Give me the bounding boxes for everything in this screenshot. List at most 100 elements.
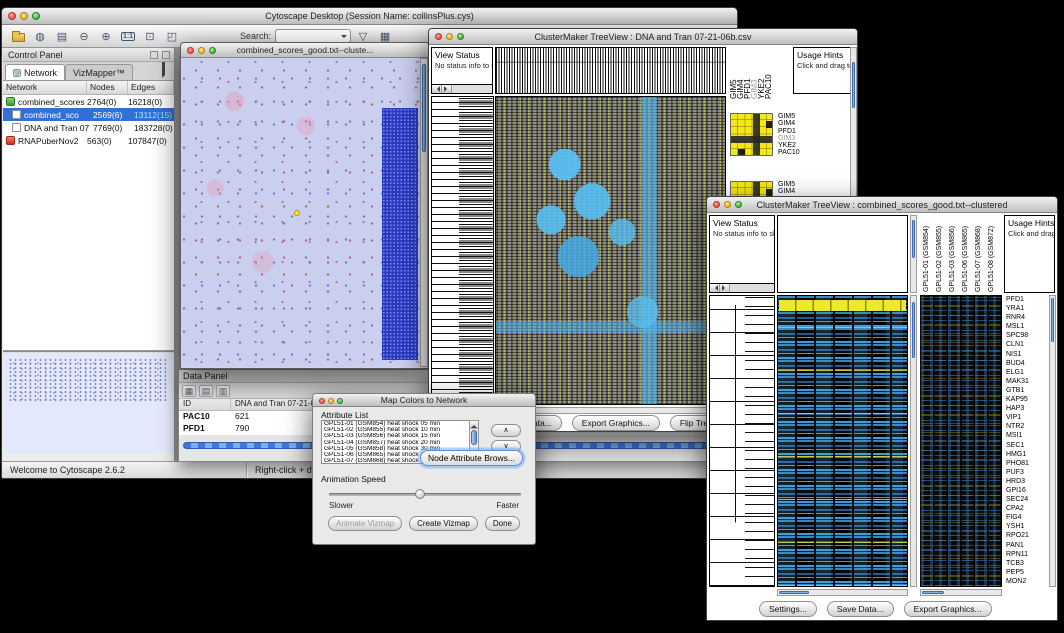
gene-label[interactable]: PEP5 (1004, 568, 1042, 577)
heatmap-horizontal-scrollbar[interactable] (777, 589, 908, 596)
gene-label[interactable]: PFD1 (1004, 295, 1042, 304)
treeview-dna-titlebar[interactable]: ClusterMaker TreeView : DNA and Tran 07-… (429, 29, 857, 45)
column-header-id[interactable]: ID (179, 399, 231, 410)
gene-label[interactable]: HMG1 (1004, 450, 1042, 459)
secondary-horizontal-scrollbar[interactable] (920, 589, 1002, 596)
scroll-right-icon[interactable] (720, 284, 730, 292)
heatmap-vertical-scrollbar[interactable] (910, 295, 917, 587)
gene-label[interactable]: PAC10 (778, 149, 800, 156)
gene-label[interactable]: NTR2 (1004, 422, 1042, 431)
chevron-down-icon[interactable] (341, 35, 347, 41)
gene-label[interactable]: SPC98 (1004, 331, 1042, 340)
column-header-network[interactable]: Network (3, 81, 87, 94)
gene-label[interactable]: RPN11 (1004, 550, 1042, 559)
selected-node[interactable] (294, 210, 300, 216)
zoom-icon[interactable] (32, 12, 40, 20)
heatmap-secondary[interactable] (920, 295, 1002, 587)
gene-label[interactable]: SEC24 (1004, 495, 1042, 504)
column-header-edges[interactable]: Edges (128, 81, 174, 94)
scrollbar-thumb[interactable] (912, 302, 915, 358)
scroll-left-icon[interactable] (710, 284, 720, 292)
gene-label[interactable]: GIM4 (778, 188, 800, 195)
network-canvas[interactable] (182, 58, 420, 367)
gene-label[interactable]: CLN1 (1004, 340, 1042, 349)
column-dendrogram-empty[interactable] (777, 215, 908, 293)
column-dendrogram[interactable] (495, 47, 726, 94)
network-vertical-scrollbar[interactable] (420, 58, 428, 367)
scrollbar-thumb[interactable] (912, 220, 915, 258)
create-vizmap-button[interactable]: Create Vizmap (409, 516, 478, 531)
column-label[interactable]: GPL51-06 (GSM865) (959, 216, 972, 292)
dense-node-cluster[interactable] (382, 108, 418, 360)
scroll-up-icon[interactable] (470, 421, 478, 429)
zoom-icon[interactable] (209, 47, 216, 54)
minimize-icon[interactable] (20, 12, 28, 20)
gene-label[interactable]: YKE2 (778, 142, 800, 149)
zoom-icon[interactable] (735, 201, 742, 208)
gene-label[interactable]: YRA1 (1004, 304, 1042, 313)
attribute-create-icon[interactable]: ▤ (199, 385, 213, 397)
scrollbar-thumb[interactable] (471, 430, 477, 445)
column-label[interactable]: GPL51-08 (GSM872) (985, 216, 998, 292)
gene-label[interactable]: GPI16 (1004, 486, 1042, 495)
print-button[interactable]: ▤ (52, 27, 72, 46)
gene-label[interactable]: MSI1 (1004, 431, 1042, 440)
gene-label[interactable]: GTB1 (1004, 386, 1042, 395)
row-dendrogram[interactable] (709, 295, 775, 587)
column-label[interactable]: GPL51-01 (GSM854) (920, 216, 933, 292)
correlation-matrix-1[interactable] (730, 113, 773, 156)
birds-eye-view[interactable] (3, 351, 174, 453)
gene-label[interactable]: NIS1 (1004, 350, 1042, 359)
treeview-combined-titlebar[interactable]: ClusterMaker TreeView : combined_scores_… (707, 197, 1057, 213)
gene-label[interactable]: YSH1 (1004, 522, 1042, 531)
zoom-fit-button[interactable]: ⊡ (140, 27, 160, 46)
zoom-selected-button[interactable]: ◰ (162, 27, 182, 46)
scrollbar-thumb[interactable] (422, 64, 426, 152)
gene-label[interactable]: KAP95 (1004, 395, 1042, 404)
treeview-action-button[interactable]: Settings... (759, 601, 817, 617)
gene-label[interactable]: HAP3 (1004, 404, 1042, 413)
scrollbar-thumb[interactable] (779, 591, 809, 594)
tab-network[interactable]: Network (5, 64, 65, 80)
column-label[interactable]: GPL51-02 (GSM855) (933, 216, 946, 292)
tab-vizmapper[interactable]: VizMapper™ (65, 64, 133, 80)
header-vertical-scrollbar[interactable] (910, 215, 917, 293)
gene-label[interactable]: GIM5 (778, 181, 800, 188)
gene-label[interactable]: GIM4 (778, 120, 800, 127)
slider-thumb[interactable] (415, 489, 425, 499)
close-icon[interactable] (187, 47, 194, 54)
zoom-in-button[interactable]: ⊕ (96, 27, 116, 46)
network-table-row[interactable]: DNA and Tran 07 7769(0) 183728(0) (3, 121, 174, 134)
open-session-button[interactable] (8, 27, 28, 46)
animate-vizmap-button[interactable]: Animate Vizmap (328, 516, 402, 531)
gene-label[interactable]: FIG4 (1004, 513, 1042, 522)
minimize-icon[interactable] (724, 201, 731, 208)
close-icon[interactable] (435, 33, 442, 40)
gene-label[interactable]: PAN1 (1004, 541, 1042, 550)
gene-label[interactable]: MAK31 (1004, 377, 1042, 386)
gene-label[interactable]: SEC1 (1004, 441, 1042, 450)
network-table-row[interactable]: combined_sco 2569(6) 13112(15) (3, 108, 174, 121)
dialog-titlebar[interactable]: Map Colors to Network (313, 394, 535, 407)
heatmap-main[interactable] (495, 96, 726, 405)
scrollbar-thumb[interactable] (922, 591, 944, 594)
float-panel-icon[interactable] (150, 51, 158, 59)
zoom-one-to-one-button[interactable]: 1:1 (118, 27, 138, 46)
gene-label[interactable]: GIM5 (778, 113, 800, 120)
mini-horizontal-scrollbar[interactable] (432, 84, 492, 93)
animation-speed-slider[interactable] (329, 489, 521, 499)
column-label[interactable]: GPL51-03 (GSM856) (946, 216, 959, 292)
gene-label[interactable]: CPA2 (1004, 504, 1042, 513)
column-label[interactable]: PAC10 (765, 51, 772, 99)
gene-list-vertical-scrollbar[interactable] (1049, 295, 1056, 587)
column-label[interactable]: GPL51-07 (GSM868) (972, 216, 985, 292)
search-input[interactable] (275, 29, 351, 43)
network-table-row[interactable]: combined_scores 2764(0) 16218(0) (3, 95, 174, 108)
network-table-row[interactable]: RNAPuberNov2 563(0) 107847(0) (3, 134, 174, 147)
close-icon[interactable] (319, 398, 325, 404)
scrollbar-thumb[interactable] (852, 62, 855, 108)
column-header-nodes[interactable]: Nodes (87, 81, 128, 94)
network-view-titlebar[interactable]: combined_scores_good.txt--cluste... (181, 43, 429, 58)
done-button[interactable]: Done (485, 516, 520, 531)
scroll-left-icon[interactable] (432, 85, 442, 93)
